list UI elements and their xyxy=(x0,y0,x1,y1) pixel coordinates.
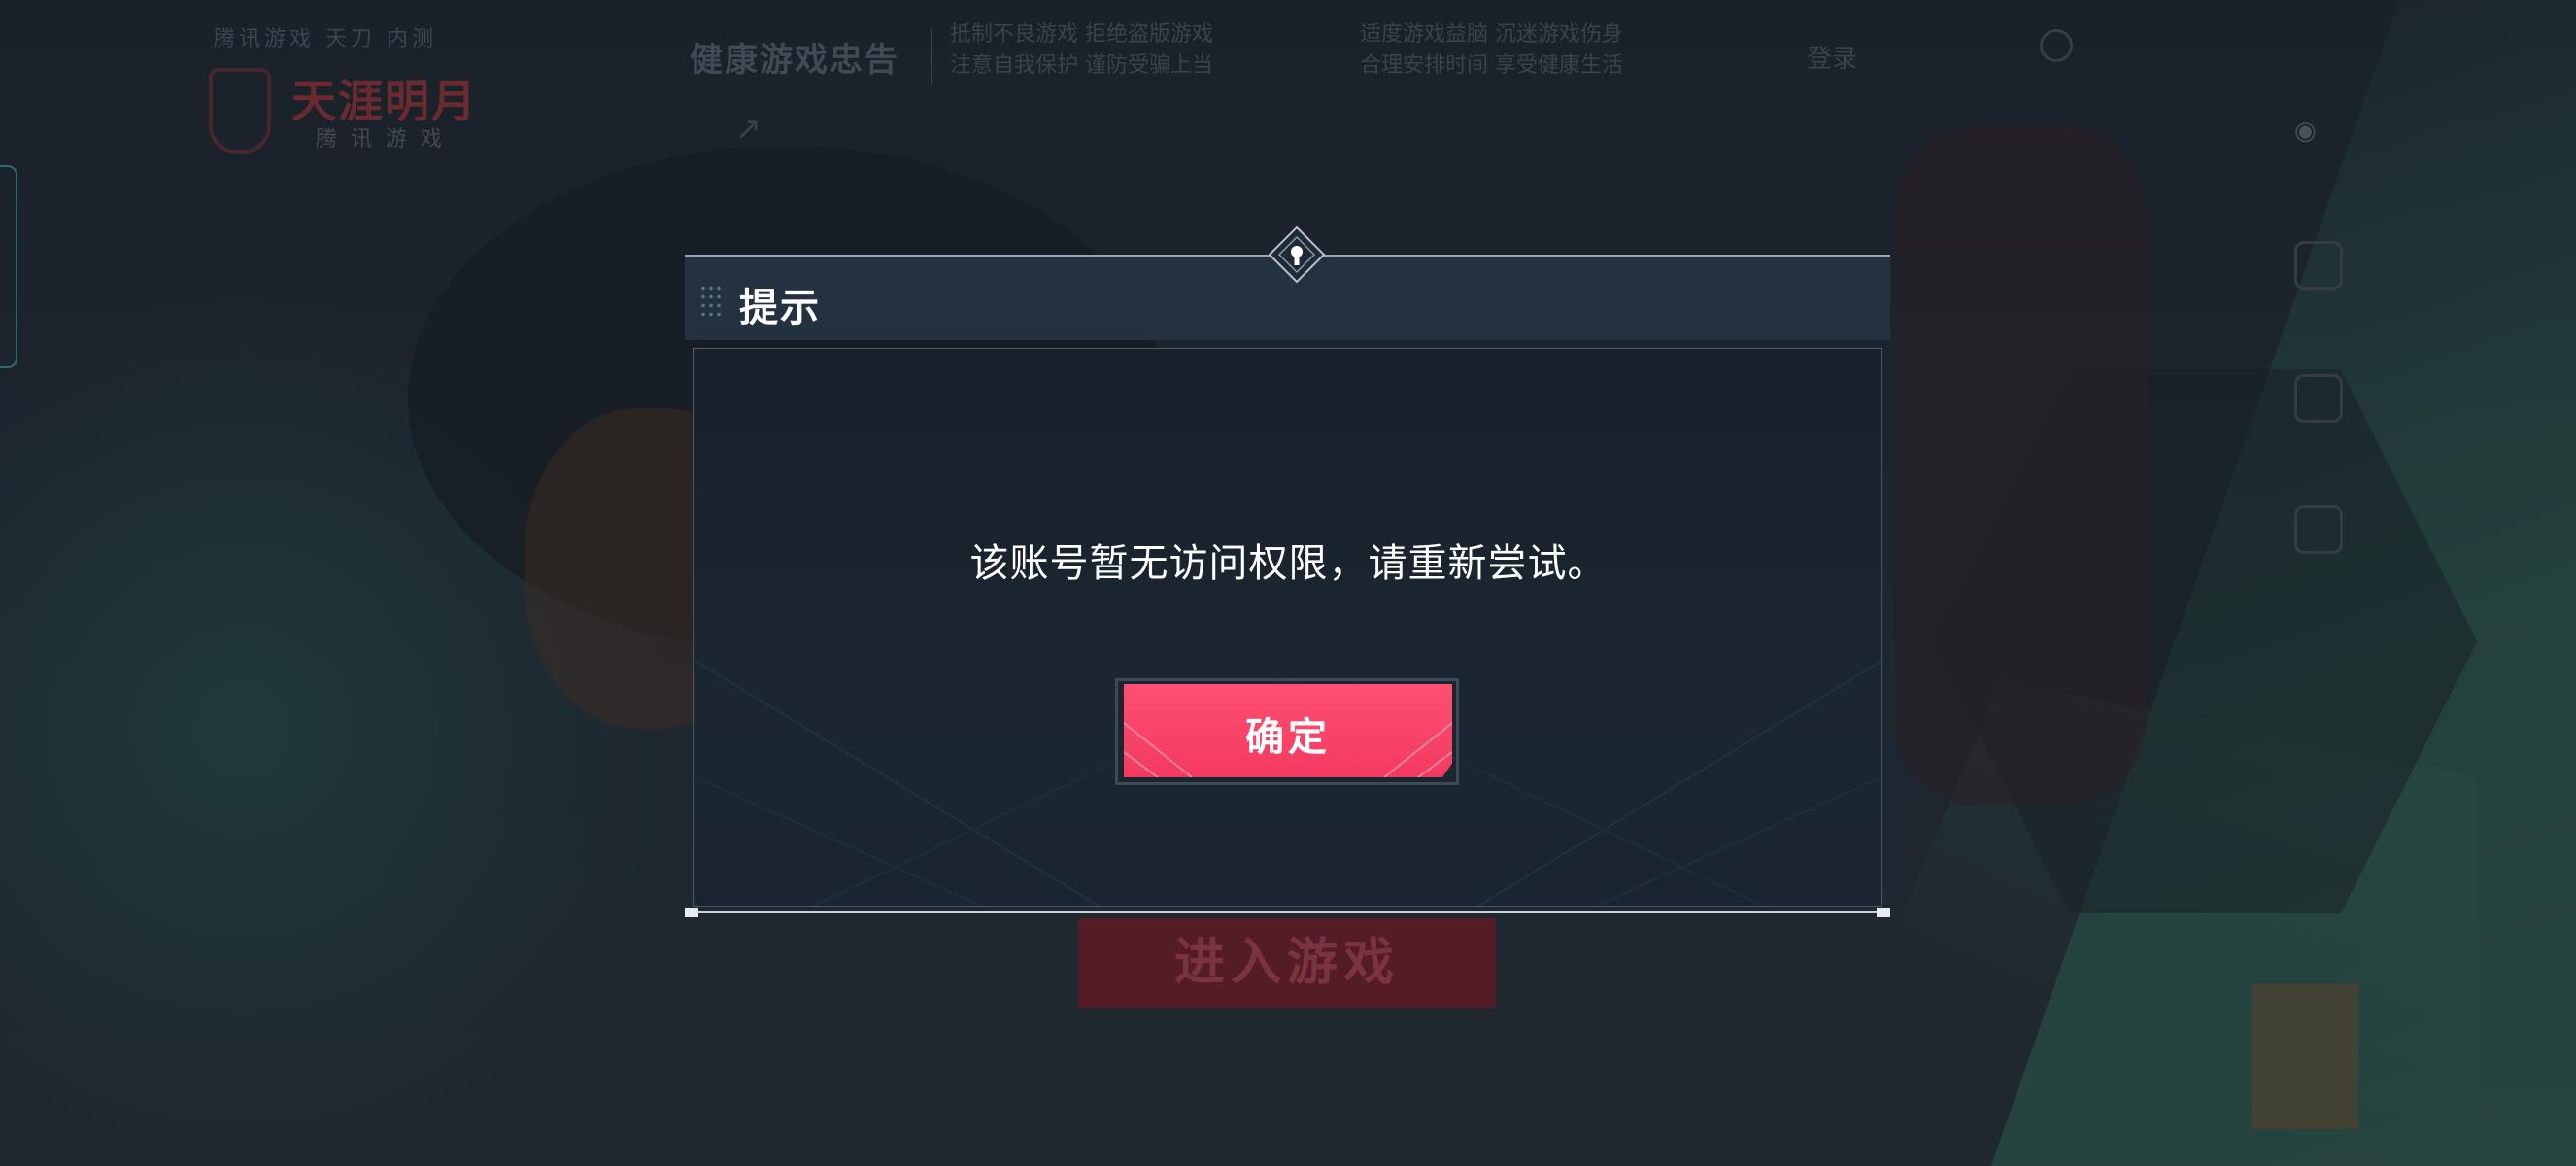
diamond-emblem-icon xyxy=(1268,225,1326,284)
divider xyxy=(931,27,932,84)
health-notice-title: 健康游戏忠告 xyxy=(690,41,899,80)
character-figure xyxy=(1894,126,2147,806)
health-notice-4: 合理安排时间 享受健康生活 xyxy=(1360,53,1623,78)
health-notice-3: 适度游戏益脑 沉迷游戏伤身 xyxy=(1360,22,1623,47)
dialog-corner-cap xyxy=(685,908,698,917)
drag-grip-icon xyxy=(699,284,723,319)
right-menu-icon[interactable] xyxy=(2294,374,2343,423)
game-logo-subtitle: 腾讯游戏 xyxy=(316,127,457,152)
health-notice-1: 抵制不良游戏 拒绝盗版游戏 xyxy=(950,22,1213,47)
confirm-button-label: 确定 xyxy=(1245,715,1331,760)
right-menu-icon[interactable] xyxy=(2294,505,2343,554)
settings-icon[interactable] xyxy=(2040,29,2073,62)
confirm-button[interactable]: 确定 xyxy=(1124,684,1452,777)
alert-dialog: 提示 该账号暂无访问权限，请重新尝试。 确定 xyxy=(685,225,1890,917)
side-panel-tab[interactable] xyxy=(0,165,17,368)
top-line-text: 腾讯游戏 天刀 内测 xyxy=(214,27,437,51)
dialog-body: 该账号暂无访问权限，请重新尝试。 xyxy=(693,348,1882,907)
dialog-message: 该账号暂无访问权限，请重新尝试。 xyxy=(969,541,1608,586)
dialog-title: 提示 xyxy=(739,286,821,330)
dialog-corner-cap xyxy=(1877,908,1890,917)
game-logo-icon xyxy=(209,68,271,154)
start-game-label: 进入游戏 xyxy=(1173,934,1400,992)
user-icon[interactable]: ◉ xyxy=(2294,117,2317,146)
qr-code-icon xyxy=(2252,983,2358,1129)
right-menu-icon[interactable] xyxy=(2294,241,2343,290)
dialog-bottom-border xyxy=(685,911,1890,913)
cursor-icon: ↗ xyxy=(735,110,762,147)
health-notice-2: 注意自我保护 谨防受骗上当 xyxy=(950,53,1213,78)
login-link[interactable]: 登录 xyxy=(1807,39,1857,75)
